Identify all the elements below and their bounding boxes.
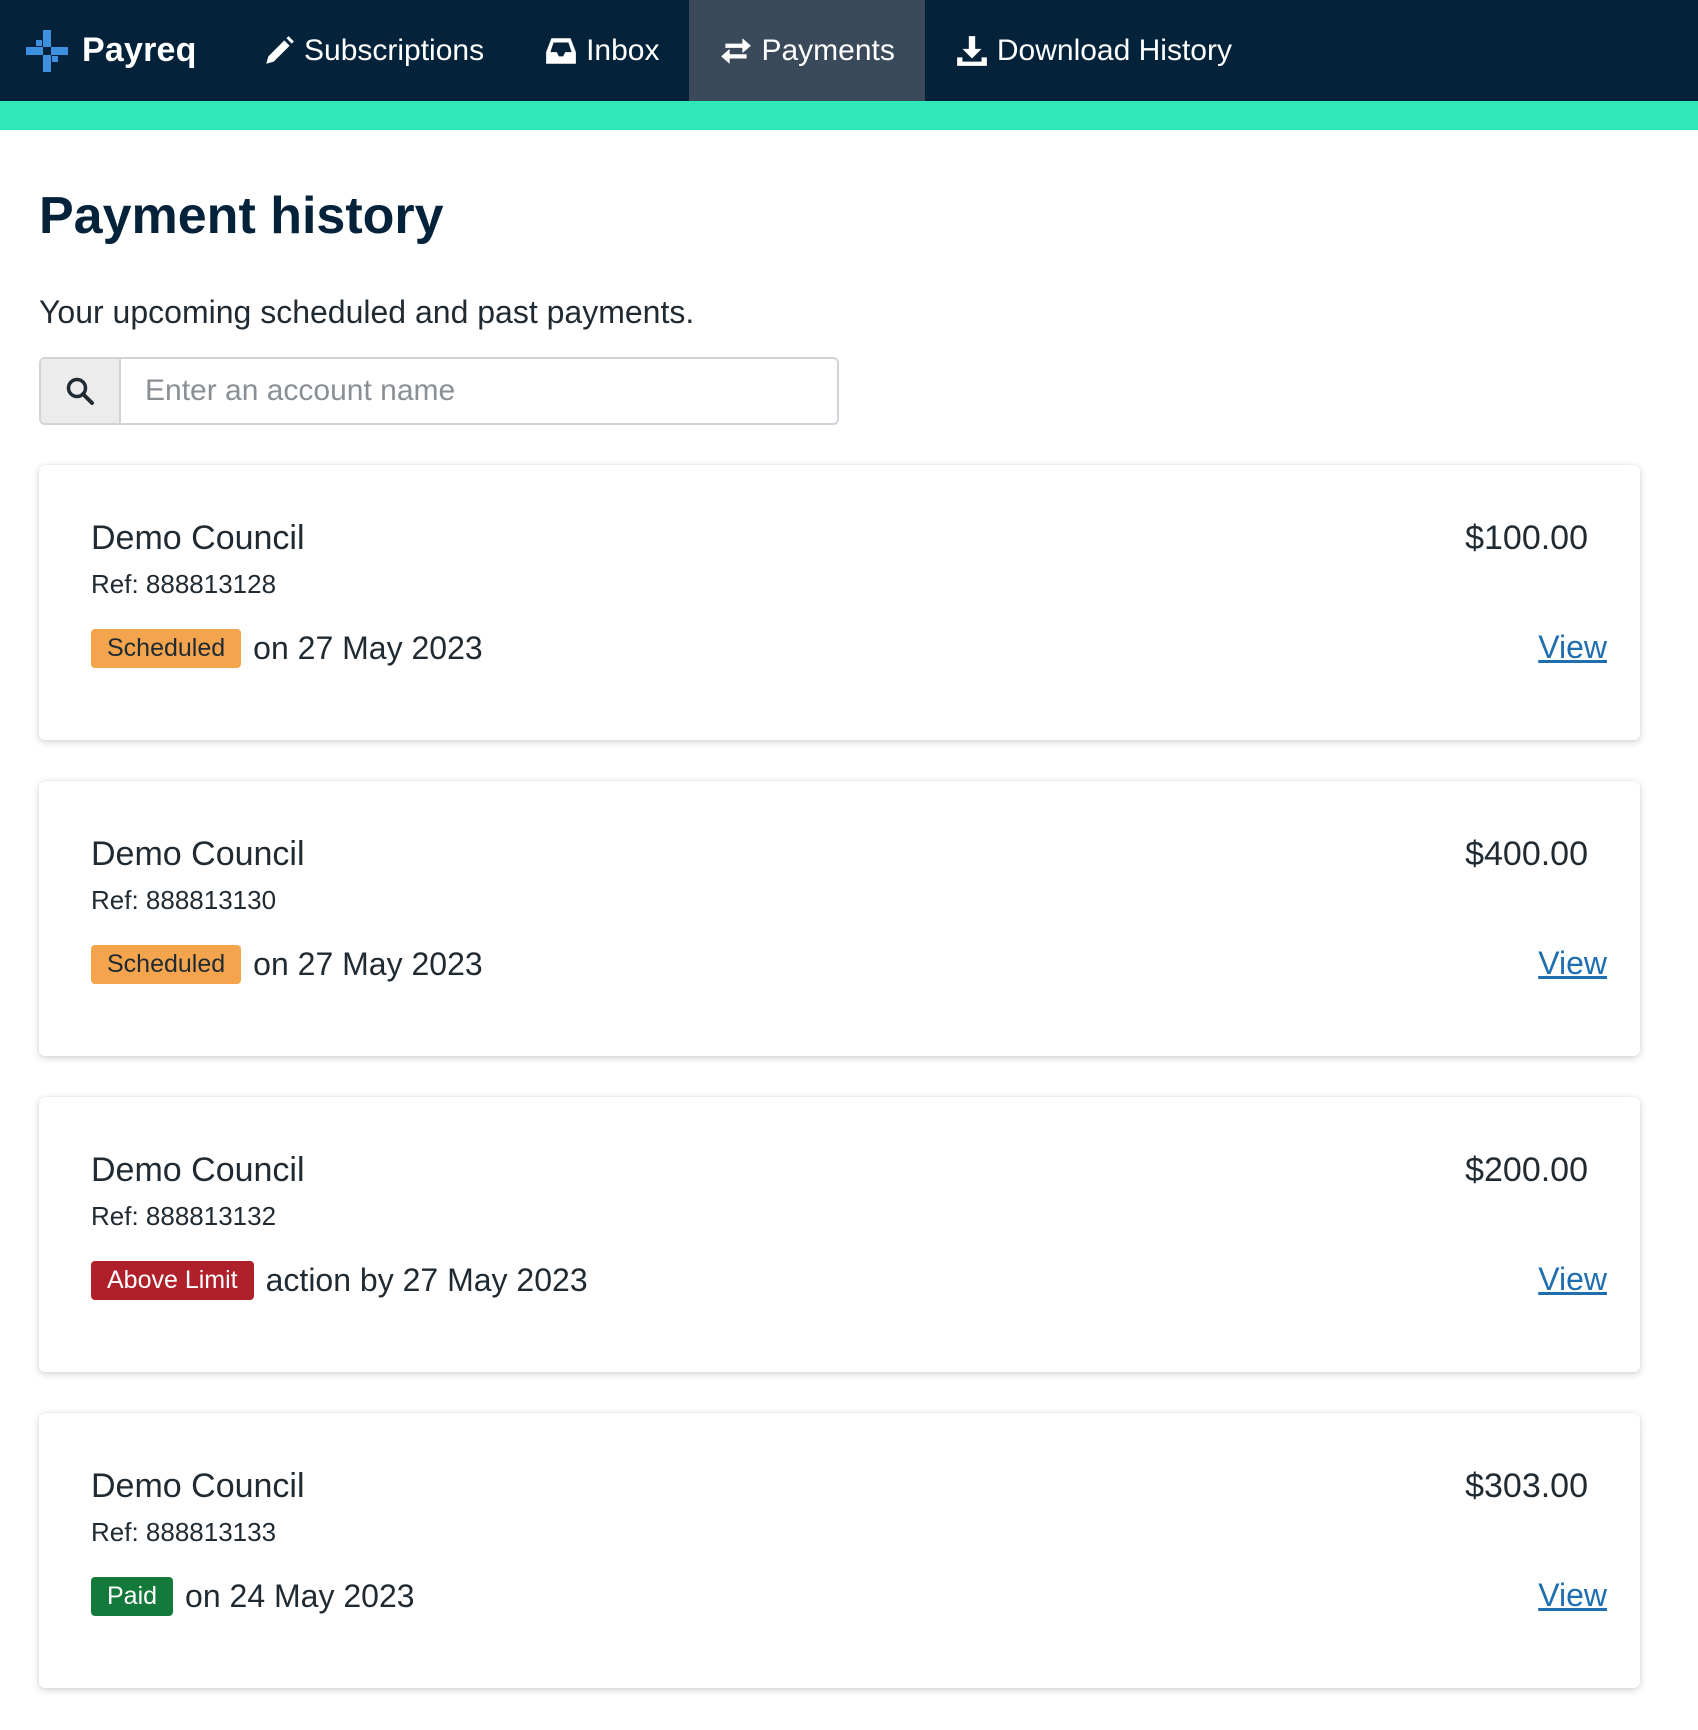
view-payment-link[interactable]: View (1538, 945, 1607, 982)
nav-inbox[interactable]: Inbox (514, 0, 689, 101)
brand-name: Payreq (82, 31, 197, 69)
nav-payments-label: Payments (761, 33, 895, 67)
status-badge: Paid (91, 1577, 174, 1617)
payment-reference: Ref: 888813130 (91, 885, 277, 916)
status-badge: Scheduled (91, 629, 242, 669)
payment-status-row: Above Limit action by 27 May 2023 (91, 1261, 588, 1301)
view-payment-link[interactable]: View (1538, 1577, 1607, 1614)
search-addon[interactable] (41, 359, 121, 424)
payment-account-name: Demo Council (91, 519, 305, 558)
payment-status-text: on 24 May 2023 (185, 1578, 415, 1615)
payment-amount: $400.00 (1465, 835, 1588, 874)
view-payment-link[interactable]: View (1538, 1261, 1607, 1298)
payment-status-text: on 27 May 2023 (253, 630, 483, 667)
payment-amount: $303.00 (1465, 1467, 1588, 1506)
main-content: Payment history Your upcoming scheduled … (0, 185, 1698, 1689)
inbox-icon (546, 37, 576, 64)
nav-payments[interactable]: Payments (689, 0, 925, 101)
payment-card: Demo Council Ref: 888813128 Scheduled on… (39, 465, 1640, 741)
payment-account-name: Demo Council (91, 835, 305, 874)
payment-reference: Ref: 888813133 (91, 1517, 277, 1548)
payment-card: Demo Council Ref: 888813132 Above Limit … (39, 1097, 1640, 1373)
search-icon (66, 378, 94, 406)
payment-status-text: action by 27 May 2023 (265, 1262, 588, 1299)
nav-download-history-label: Download History (996, 33, 1232, 67)
payment-status-text: on 27 May 2023 (253, 946, 483, 983)
search-bar (39, 357, 839, 426)
account-search-input[interactable] (121, 359, 837, 424)
payment-card: Demo Council Ref: 888813130 Scheduled on… (39, 781, 1640, 1057)
payment-amount: $200.00 (1465, 1151, 1588, 1190)
pencil-icon (266, 35, 294, 64)
nav-subscriptions[interactable]: Subscriptions (232, 0, 514, 101)
status-badge: Above Limit (91, 1261, 254, 1301)
brand[interactable]: Payreq (0, 0, 232, 101)
payment-status-row: Scheduled on 27 May 2023 (91, 629, 483, 669)
top-navigation: Payreq Subscriptions Inbox Payments Down… (0, 0, 1698, 101)
payment-account-name: Demo Council (91, 1467, 305, 1506)
status-badge: Scheduled (91, 945, 242, 985)
nav-subscriptions-label: Subscriptions (304, 33, 485, 67)
payment-list: Demo Council Ref: 888813128 Scheduled on… (39, 465, 1659, 1689)
nav-inbox-label: Inbox (586, 33, 660, 67)
payment-status-row: Scheduled on 27 May 2023 (91, 945, 483, 985)
page-subtitle: Your upcoming scheduled and past payment… (39, 294, 695, 331)
download-icon (957, 35, 987, 66)
accent-bar (0, 101, 1698, 130)
payment-card: Demo Council Ref: 888813133 Paid on 24 M… (39, 1413, 1640, 1689)
nav-download-history[interactable]: Download History (925, 0, 1262, 101)
payment-status-row: Paid on 24 May 2023 (91, 1577, 415, 1617)
payment-account-name: Demo Council (91, 1151, 305, 1190)
payment-reference: Ref: 888813128 (91, 569, 277, 600)
payreq-logo-icon (26, 29, 68, 72)
exchange-arrows-icon (721, 37, 752, 64)
page-title: Payment history (39, 187, 444, 245)
payment-amount: $100.00 (1465, 519, 1588, 558)
view-payment-link[interactable]: View (1538, 629, 1607, 666)
payment-reference: Ref: 888813132 (91, 1201, 277, 1232)
